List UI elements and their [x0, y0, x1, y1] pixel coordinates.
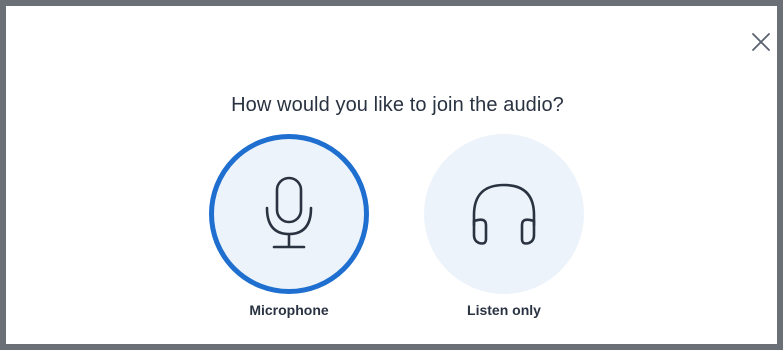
microphone-option-circle [209, 134, 369, 294]
listen-only-option-circle [424, 134, 584, 294]
close-icon [752, 33, 770, 51]
dialog-title: How would you like to join the audio? [231, 94, 564, 116]
join-audio-dialog: How would you like to join the audio? Mi… [0, 0, 783, 350]
listen-only-option-label: Listen only [467, 302, 541, 318]
listen-only-option-button[interactable] [424, 134, 584, 294]
microphone-option-button[interactable] [209, 134, 369, 294]
microphone-icon [265, 176, 313, 249]
headphones-icon [472, 183, 536, 245]
microphone-option-label: Microphone [249, 302, 329, 318]
close-button[interactable] [747, 28, 775, 56]
